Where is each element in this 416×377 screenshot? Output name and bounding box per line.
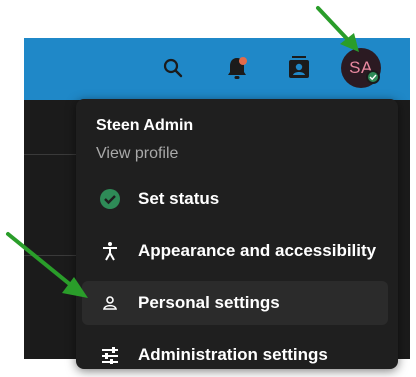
menu-item-label: Appearance and accessibility [138, 241, 377, 260]
status-badge [366, 70, 380, 84]
user-menu: Steen Admin View profile Set status Appe… [76, 99, 398, 369]
sliders-icon [82, 346, 138, 364]
left-margin [0, 0, 24, 359]
menu-item-label: Personal settings [138, 293, 280, 312]
menu-item-label: Administration settings [138, 345, 328, 364]
annotation-arrow-icon [6, 232, 88, 298]
divider [24, 154, 80, 155]
right-margin [410, 38, 416, 359]
bell-icon[interactable] [224, 54, 250, 82]
user-name: Steen Admin [96, 117, 194, 134]
menu-item-set-status[interactable]: Set status [82, 177, 388, 221]
menu-item-personal-settings[interactable]: Personal settings [82, 281, 388, 325]
menu-item-administration-settings[interactable]: Administration settings [82, 333, 388, 377]
contacts-icon[interactable] [286, 54, 312, 82]
menu-item-label: Set status [138, 189, 220, 208]
view-profile-link[interactable]: View profile [96, 145, 178, 163]
check-circle-icon [82, 188, 138, 210]
menu-item-appearance[interactable]: Appearance and accessibility [82, 229, 388, 273]
annotation-arrow-icon [316, 6, 359, 52]
search-icon[interactable] [161, 56, 185, 80]
